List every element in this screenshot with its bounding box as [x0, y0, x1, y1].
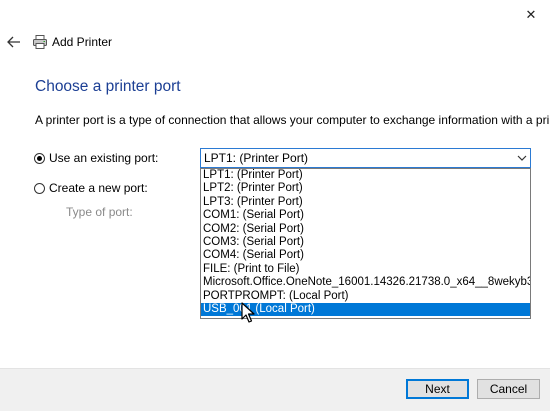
- type-of-port-label: Type of port:: [66, 205, 133, 219]
- create-new-port-radio[interactable]: [34, 182, 45, 194]
- port-option-com2[interactable]: COM2: (Serial Port): [201, 223, 530, 236]
- port-option-com3[interactable]: COM3: (Serial Port): [201, 236, 530, 249]
- create-new-port-option[interactable]: Create a new port:: [34, 181, 148, 195]
- close-icon: ✕: [525, 7, 537, 22]
- port-option-lpt2[interactable]: LPT2: (Printer Port): [201, 182, 530, 195]
- port-dropdown-list: LPT1: (Printer Port) LPT2: (Printer Port…: [200, 168, 531, 319]
- page-description: A printer port is a type of connection t…: [35, 113, 550, 127]
- page-title: Choose a printer port: [35, 78, 181, 95]
- port-option-com1[interactable]: COM1: (Serial Port): [201, 209, 530, 222]
- port-option-portprompt[interactable]: PORTPROMPT: (Local Port): [201, 290, 530, 303]
- port-option-onenote[interactable]: Microsoft.Office.OneNote_16001.14326.217…: [201, 276, 530, 289]
- port-option-file[interactable]: FILE: (Print to File): [201, 263, 530, 276]
- use-existing-port-option[interactable]: Use an existing port:: [34, 151, 158, 165]
- port-option-com4[interactable]: COM4: (Serial Port): [201, 249, 530, 262]
- next-button[interactable]: Next: [406, 379, 469, 399]
- use-existing-port-radio[interactable]: [34, 152, 45, 164]
- back-arrow-icon: [7, 36, 20, 48]
- create-new-port-label: Create a new port:: [49, 181, 148, 195]
- chevron-down-icon[interactable]: [514, 149, 530, 167]
- use-existing-port-label: Use an existing port:: [49, 151, 159, 165]
- printer-icon: [33, 35, 47, 49]
- port-option-lpt3[interactable]: LPT3: (Printer Port): [201, 196, 530, 209]
- back-button[interactable]: [4, 32, 24, 52]
- existing-port-select-value: LPT1: (Printer Port): [204, 151, 309, 165]
- port-option-lpt1[interactable]: LPT1: (Printer Port): [201, 169, 530, 182]
- close-button[interactable]: ✕: [512, 0, 550, 30]
- wizard-title: Add Printer: [52, 35, 113, 49]
- cancel-button[interactable]: Cancel: [477, 379, 540, 399]
- mouse-pointer-icon: [241, 302, 255, 323]
- existing-port-select[interactable]: LPT1: (Printer Port): [200, 148, 531, 168]
